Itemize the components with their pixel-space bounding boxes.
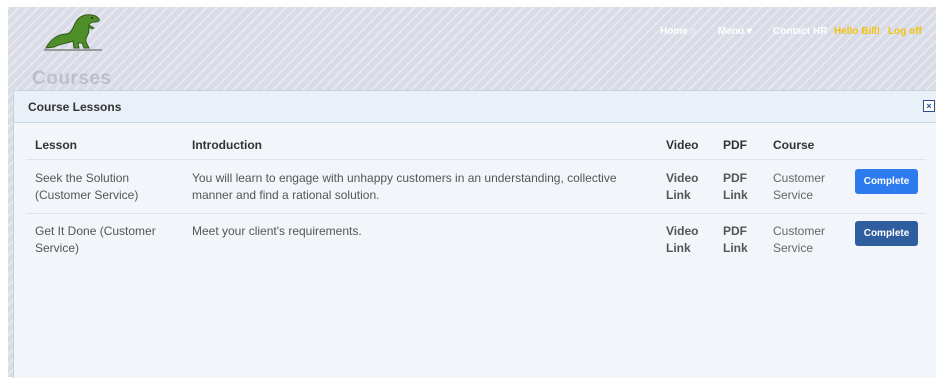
course-name: Customer Service xyxy=(773,223,825,257)
lesson-name-line: (Customer Service) xyxy=(35,188,139,202)
user-greeting-link[interactable]: Hello Bill! xyxy=(834,26,880,37)
row-divider xyxy=(26,213,926,214)
column-header-introduction: Introduction xyxy=(192,138,262,152)
pdf-link-line: PDF xyxy=(723,224,747,238)
lesson-introduction: You will learn to engage with unhappy cu… xyxy=(192,170,617,204)
nav-contact-link[interactable]: Contact HR xyxy=(773,26,827,37)
course-name-line: Service xyxy=(773,188,814,202)
video-link-line: Video xyxy=(666,224,699,238)
top-navigation: Home ⌂ Menu ▾ Contact HR Hello Bill! Log… xyxy=(660,26,926,40)
introduction-line: Meet your client's requirements. xyxy=(192,224,362,238)
lesson-name-line: Get It Done (Customer xyxy=(35,224,156,238)
video-link[interactable]: Video Link xyxy=(666,223,698,257)
course-name-line: Customer xyxy=(773,224,826,238)
pdf-link[interactable]: PDF Link xyxy=(723,223,748,257)
video-link[interactable]: Video Link xyxy=(666,170,698,204)
introduction-line: manner and find a rational solution. xyxy=(192,188,380,202)
logoff-link[interactable]: Log off xyxy=(888,26,922,37)
column-header-course: Course xyxy=(773,138,815,152)
close-icon[interactable]: × xyxy=(923,100,935,112)
dialog-title: Course Lessons xyxy=(28,100,122,114)
row-divider xyxy=(26,159,926,160)
lesson-introduction: Meet your client's requirements. xyxy=(192,223,362,240)
lesson-name-line: Service) xyxy=(35,241,80,255)
video-link-line: Link xyxy=(666,241,691,255)
course-name-line: Customer xyxy=(773,171,826,185)
lesson-name-line: Seek the Solution xyxy=(35,171,130,185)
video-link-line: Video xyxy=(666,171,699,185)
course-name-line: Service xyxy=(773,241,814,255)
nav-menu-dropdown[interactable]: Menu ▾ xyxy=(718,26,752,37)
video-link-line: Link xyxy=(666,188,691,202)
pdf-link[interactable]: PDF Link xyxy=(723,170,748,204)
lessons-table: Lesson Introduction Video PDF Course See… xyxy=(14,122,936,378)
lesson-name: Seek the Solution (Customer Service) xyxy=(35,170,138,204)
column-header-lesson: Lesson xyxy=(35,138,78,152)
introduction-line: You will learn to engage with unhappy cu… xyxy=(192,171,617,185)
nav-menu-label: Menu xyxy=(718,26,745,37)
home-icon: ⌂ xyxy=(690,26,697,37)
course-name: Customer Service xyxy=(773,170,825,204)
nav-home-label: Home xyxy=(660,26,688,37)
pdf-link-line: Link xyxy=(723,188,748,202)
page-title: Courses xyxy=(32,68,112,89)
lesson-name: Get It Done (Customer Service) xyxy=(35,223,156,257)
column-header-pdf: PDF xyxy=(723,138,747,152)
dialog-header: Course Lessons × xyxy=(14,91,936,123)
course-lessons-dialog: Course Lessons × Lesson Introduction Vid… xyxy=(13,90,936,378)
complete-button[interactable]: Complete xyxy=(855,169,918,194)
dinosaur-logo[interactable] xyxy=(40,10,106,54)
caret-down-icon: ▾ xyxy=(746,26,752,37)
column-header-video: Video xyxy=(666,138,699,152)
complete-button[interactable]: Complete xyxy=(855,221,918,246)
pdf-link-line: PDF xyxy=(723,171,747,185)
nav-home-link[interactable]: Home ⌂ xyxy=(660,26,697,37)
pdf-link-line: Link xyxy=(723,241,748,255)
